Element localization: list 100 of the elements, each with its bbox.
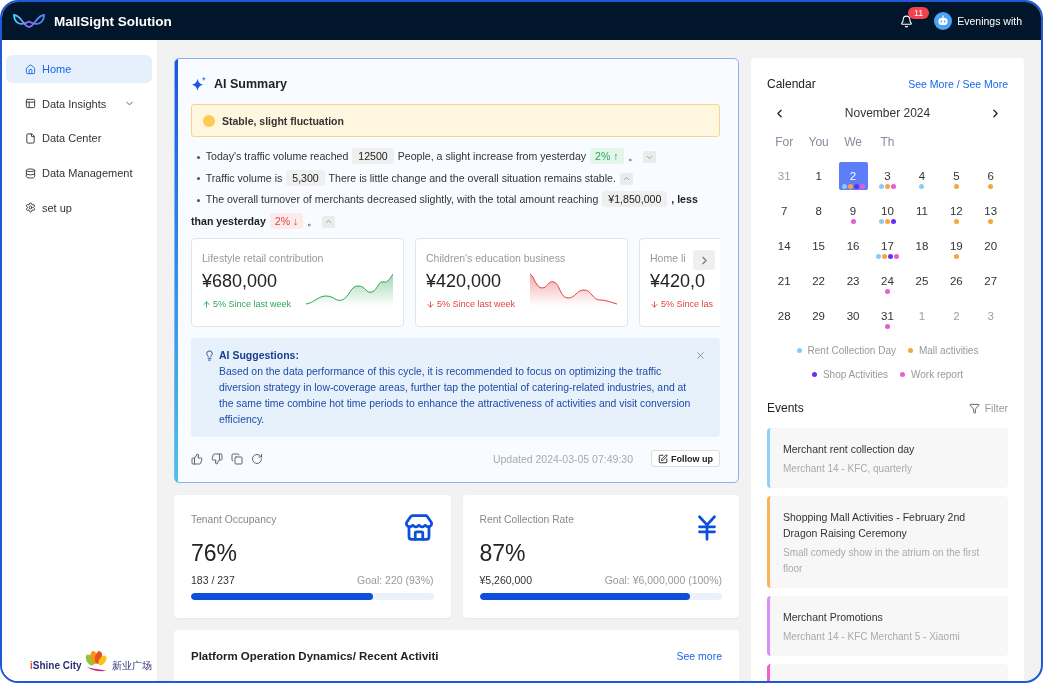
calendar-day[interactable]: 30 xyxy=(838,302,868,330)
nav-item[interactable]: Data Center xyxy=(6,124,152,153)
calendar-day[interactable]: 5 xyxy=(941,162,971,190)
bullet-icon xyxy=(197,155,200,159)
calendar-day[interactable]: 7 xyxy=(769,197,799,225)
calendar-day[interactable]: 19 xyxy=(941,232,971,260)
settings-icon xyxy=(25,202,36,214)
nav-item[interactable]: Data Management xyxy=(6,159,152,188)
calendar-day[interactable]: 27 xyxy=(976,267,1006,295)
calendar-day[interactable]: 24 xyxy=(873,267,902,295)
value-chip: ¥1,850,000 xyxy=(602,191,668,207)
thumbs-down-icon[interactable] xyxy=(211,452,223,465)
metric-change: 5% Since last week xyxy=(213,299,292,310)
calendar-day[interactable]: 6 xyxy=(976,162,1006,190)
calendar-day[interactable]: 17 xyxy=(873,232,902,260)
bell-icon[interactable] xyxy=(900,14,914,28)
close-icon[interactable] xyxy=(695,349,706,361)
calendar-day[interactable]: 14 xyxy=(769,232,799,260)
status-dot-icon xyxy=(203,114,215,127)
bullet-text: , less xyxy=(671,193,698,205)
toggle-button[interactable] xyxy=(642,151,656,164)
event-description: Merchant 14 - KFC, quarterly xyxy=(783,462,913,476)
copy-icon[interactable] xyxy=(231,452,243,465)
calendar-day[interactable]: 10 xyxy=(873,197,902,225)
metric-title: Lifestyle retail contribution xyxy=(202,252,324,264)
calendar-day[interactable]: 16 xyxy=(838,232,868,260)
calendar-day[interactable]: 2 xyxy=(838,162,868,190)
calendar-day[interactable]: 4 xyxy=(907,162,937,190)
panel-title: Calendar xyxy=(767,77,816,91)
calendar-day[interactable]: 9 xyxy=(838,197,868,225)
see-more-link[interactable]: See more xyxy=(676,650,722,662)
bullet-text: 。 xyxy=(307,214,319,227)
file-icon xyxy=(25,132,36,144)
event-card[interactable]: Merchant Promotions Merchant 14 - KFC Merchant 5 - Xiaomi xyxy=(767,596,1008,656)
bullet-text: Traffic volume is xyxy=(205,171,283,184)
flower-icon xyxy=(83,650,108,672)
thumbs-up-icon[interactable] xyxy=(191,452,203,465)
bullet-text: There is little change and the overall situation remains stable. xyxy=(328,171,616,184)
change-tag: 2% ↓ xyxy=(269,212,304,229)
stat-count: ¥5,260,000 xyxy=(479,574,533,586)
home-icon xyxy=(25,63,36,75)
calendar-day[interactable]: 22 xyxy=(804,267,834,295)
metric-value: ¥680,000 xyxy=(202,270,278,292)
toggle-button[interactable] xyxy=(619,172,633,185)
calendar-day[interactable]: 8 xyxy=(804,197,834,225)
nav-item[interactable]: set up xyxy=(6,193,152,222)
event-description: Small comedy show in the atrium on the first floor xyxy=(783,546,981,576)
user-name[interactable]: Evenings with xyxy=(957,15,1022,27)
calendar-day[interactable]: 29 xyxy=(804,302,834,330)
value-chip: 12500 xyxy=(352,148,394,164)
legend-label: Mall activities xyxy=(918,344,979,356)
calendar-day[interactable]: 23 xyxy=(838,267,868,295)
calendar-day[interactable]: 20 xyxy=(976,232,1006,260)
nav-item[interactable]: Home xyxy=(6,55,152,83)
database-icon xyxy=(25,167,36,179)
logo-icon xyxy=(12,13,46,29)
notification-badge: 11 xyxy=(908,6,930,19)
store-icon xyxy=(403,513,434,543)
stat-goal: Goal: ¥6,000,000 (100%) xyxy=(604,574,722,586)
logo-text: iShine City xyxy=(30,660,82,672)
metric-value: ¥420,000 xyxy=(426,270,502,292)
metric-change: 5% Since las xyxy=(661,299,714,310)
calendar-day[interactable]: 3 xyxy=(873,162,902,190)
calendar-day[interactable]: 21 xyxy=(769,267,799,295)
card-title: AI Summary xyxy=(214,77,287,91)
stat-count: 183 / 237 xyxy=(191,574,235,586)
follow-up-button[interactable]: Follow up xyxy=(651,450,720,467)
calendar-day[interactable]: 26 xyxy=(941,267,971,295)
scroll-right-button[interactable] xyxy=(693,250,715,270)
calendar-day[interactable]: 25 xyxy=(907,267,937,295)
calendar-day[interactable]: 13 xyxy=(976,197,1006,225)
calendar-day[interactable]: 28 xyxy=(769,302,799,330)
weekday-label: Th xyxy=(880,135,895,149)
calendar-day[interactable]: 15 xyxy=(804,232,834,260)
card-title: Platform Operation Dynamics/ Recent Activiti xyxy=(191,650,439,662)
see-more-link[interactable]: See More / See More xyxy=(908,78,1008,90)
calendar-day[interactable]: 18 xyxy=(907,232,937,260)
edit-icon xyxy=(658,453,668,464)
calendar-day[interactable]: 1 xyxy=(804,162,834,190)
event-title: Merchant rent collection day xyxy=(783,442,916,457)
weekday-label: We xyxy=(844,135,862,149)
status-text: Stable, slight fluctuation xyxy=(222,114,344,127)
stat-label: Tenant Occupancy xyxy=(191,514,277,526)
panel-title: Events xyxy=(767,401,804,415)
toggle-button[interactable] xyxy=(322,215,336,228)
bullet-text: Today's traffic volume reached xyxy=(205,150,349,162)
bullet-text: 。 xyxy=(627,150,639,162)
event-title: Shopping Mall Activities - February 2nd Dragon Raising Ceremony xyxy=(783,510,967,541)
bullet-icon xyxy=(197,198,200,202)
suggestion-text: Based on the data performance of this cycle, it is recommended to focus on optimizing the traffic diversion strategy in low-coverage areas, further tap the potential of catering-related industries, and at the same time combine hot time periods to enhance the attractiveness of activities and visit conversion efficiency. xyxy=(219,365,692,427)
bullet-text: than yesterday xyxy=(191,214,266,227)
calendar-day[interactable]: 11 xyxy=(907,197,937,225)
sparkle-icon xyxy=(191,76,207,92)
event-card[interactable]: Shopping Mall Activities - February 2nd Dragon Raising Ceremony Small comedy show in the atrium on the first floor xyxy=(767,496,1008,588)
event-card[interactable]: Merchant rent collection day Merchant 14 - KFC, quarterly xyxy=(767,428,1008,488)
calendar-day[interactable]: 12 xyxy=(941,197,971,225)
calendar-day[interactable]: 31 xyxy=(873,302,902,330)
nav-item[interactable]: Data Insights xyxy=(6,89,152,118)
stat-value: 76% xyxy=(191,541,238,565)
refresh-icon[interactable] xyxy=(251,452,263,465)
